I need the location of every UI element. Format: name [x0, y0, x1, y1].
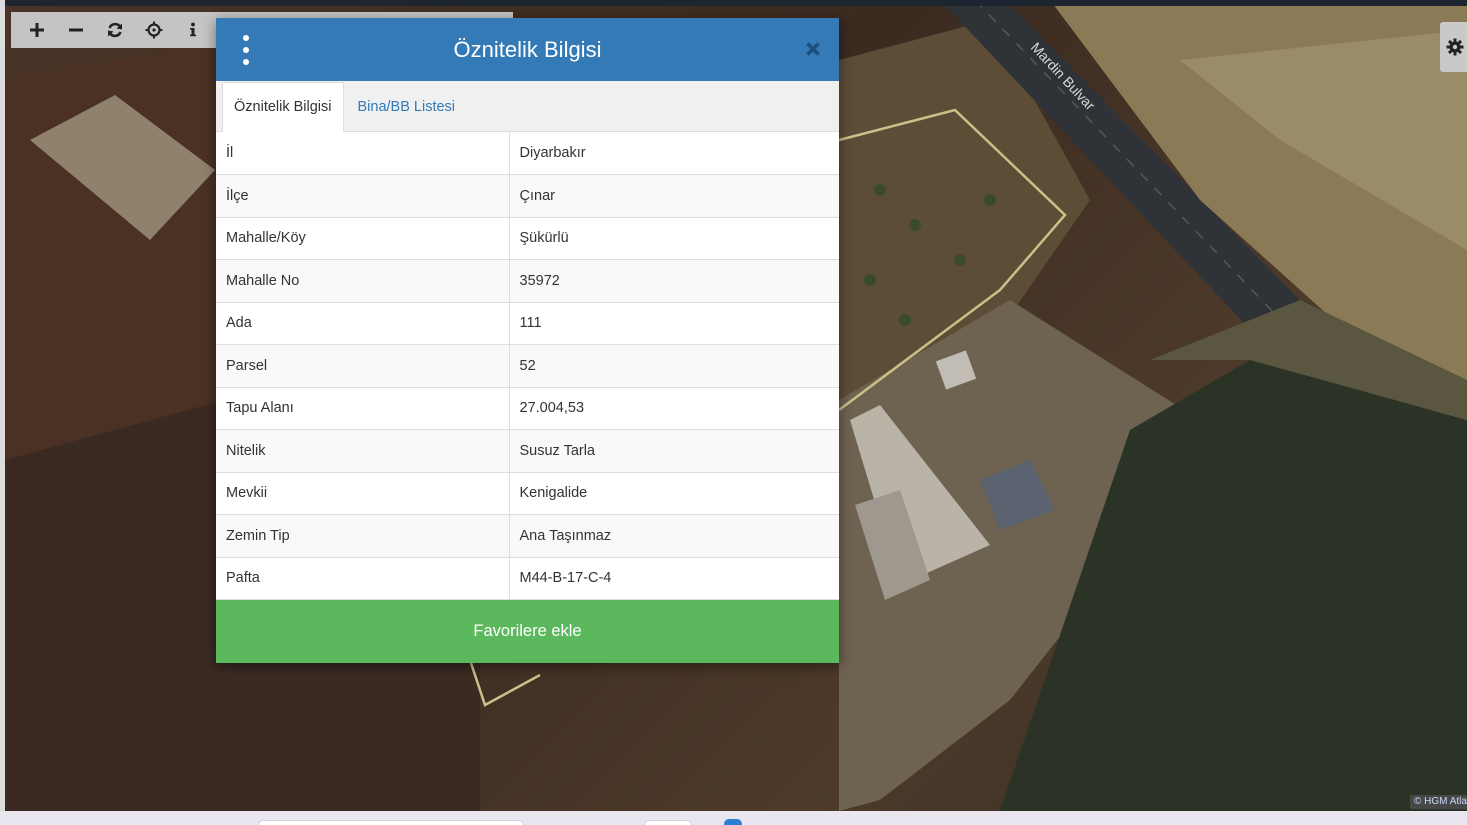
refresh-icon	[107, 22, 122, 38]
close-icon	[806, 42, 820, 56]
tab-building-list[interactable]: Bina/BB Listesi	[344, 82, 467, 131]
attribute-key: Parsel	[216, 344, 510, 388]
table-row: Mahalle/Köy Şükürlü	[216, 217, 839, 260]
table-row: Pafta M44-B-17-C-4	[216, 557, 839, 600]
attribute-value: 111	[509, 302, 839, 345]
tab-attribute-info[interactable]: Öznitelik Bilgisi	[222, 82, 344, 132]
bottom-indicator[interactable]	[724, 819, 742, 825]
attribute-value: Susuz Tarla	[509, 429, 839, 473]
attribute-value: 35972	[509, 259, 839, 303]
attribute-value: Kenigalide	[509, 472, 839, 515]
left-border	[0, 0, 5, 825]
crosshair-icon	[145, 21, 162, 39]
attribute-key: İl	[216, 132, 510, 175]
zoom-out-button[interactable]	[56, 12, 95, 48]
settings-button[interactable]	[1440, 22, 1467, 72]
bottom-pill[interactable]	[644, 820, 692, 825]
gear-icon	[1446, 38, 1464, 56]
attribute-key: Mahalle No	[216, 259, 510, 303]
attribute-table: İl Diyarbakır İlçe Çınar Mahalle/Köy Şükürl…	[216, 132, 839, 600]
attribute-value: 27.004,53	[509, 387, 839, 430]
attribute-key: Mevkii	[216, 472, 510, 515]
dialog-header: Öznitelik Bilgisi	[216, 18, 839, 81]
attribute-value: M44-B-17-C-4	[509, 557, 839, 600]
attribute-value: Diyarbakır	[509, 132, 839, 175]
attribute-value: 52	[509, 344, 839, 388]
zoom-in-button[interactable]	[17, 12, 56, 48]
attribute-key: İlçe	[216, 174, 510, 218]
refresh-button[interactable]	[95, 12, 134, 48]
table-row: Parsel 52	[216, 344, 839, 388]
table-row: Nitelik Susuz Tarla	[216, 429, 839, 473]
table-row: İl Diyarbakır	[216, 132, 839, 175]
attribute-info-dialog: Öznitelik Bilgisi Öznitelik Bilgisi Bina…	[216, 18, 839, 663]
table-row: Zemin Tip Ana Taşınmaz	[216, 514, 839, 558]
dialog-tabs: Öznitelik Bilgisi Bina/BB Listesi	[216, 81, 839, 132]
vertical-dots-icon[interactable]	[238, 35, 254, 65]
attribute-key: Zemin Tip	[216, 514, 510, 558]
table-row: Mevkii Kenigalide	[216, 472, 839, 515]
attribute-value: Şükürlü	[509, 217, 839, 260]
top-border	[0, 0, 1467, 6]
attribute-value: Çınar	[509, 174, 839, 218]
minus-icon	[68, 28, 83, 32]
info-icon	[189, 22, 196, 37]
add-to-favorites-button[interactable]: Favorilere ekle	[216, 600, 839, 663]
map-attribution[interactable]: © HGM Atlas	[1410, 795, 1467, 809]
dialog-title: Öznitelik Bilgisi	[453, 36, 602, 62]
attribute-key: Ada	[216, 302, 510, 345]
table-row: Tapu Alanı 27.004,53	[216, 387, 839, 430]
table-row: Ada 111	[216, 302, 839, 345]
table-row: İlçe Çınar	[216, 174, 839, 218]
attribute-key: Tapu Alanı	[216, 387, 510, 430]
attribute-key: Nitelik	[216, 429, 510, 473]
table-row: Mahalle No 35972	[216, 259, 839, 303]
attribute-key: Pafta	[216, 557, 510, 600]
attribute-value: Ana Taşınmaz	[509, 514, 839, 558]
attribute-key: Mahalle/Köy	[216, 217, 510, 260]
close-button[interactable]	[803, 38, 823, 60]
info-button[interactable]	[173, 12, 212, 48]
locate-button[interactable]	[134, 12, 173, 48]
bottom-pill[interactable]	[258, 820, 524, 825]
plus-icon	[29, 23, 44, 37]
